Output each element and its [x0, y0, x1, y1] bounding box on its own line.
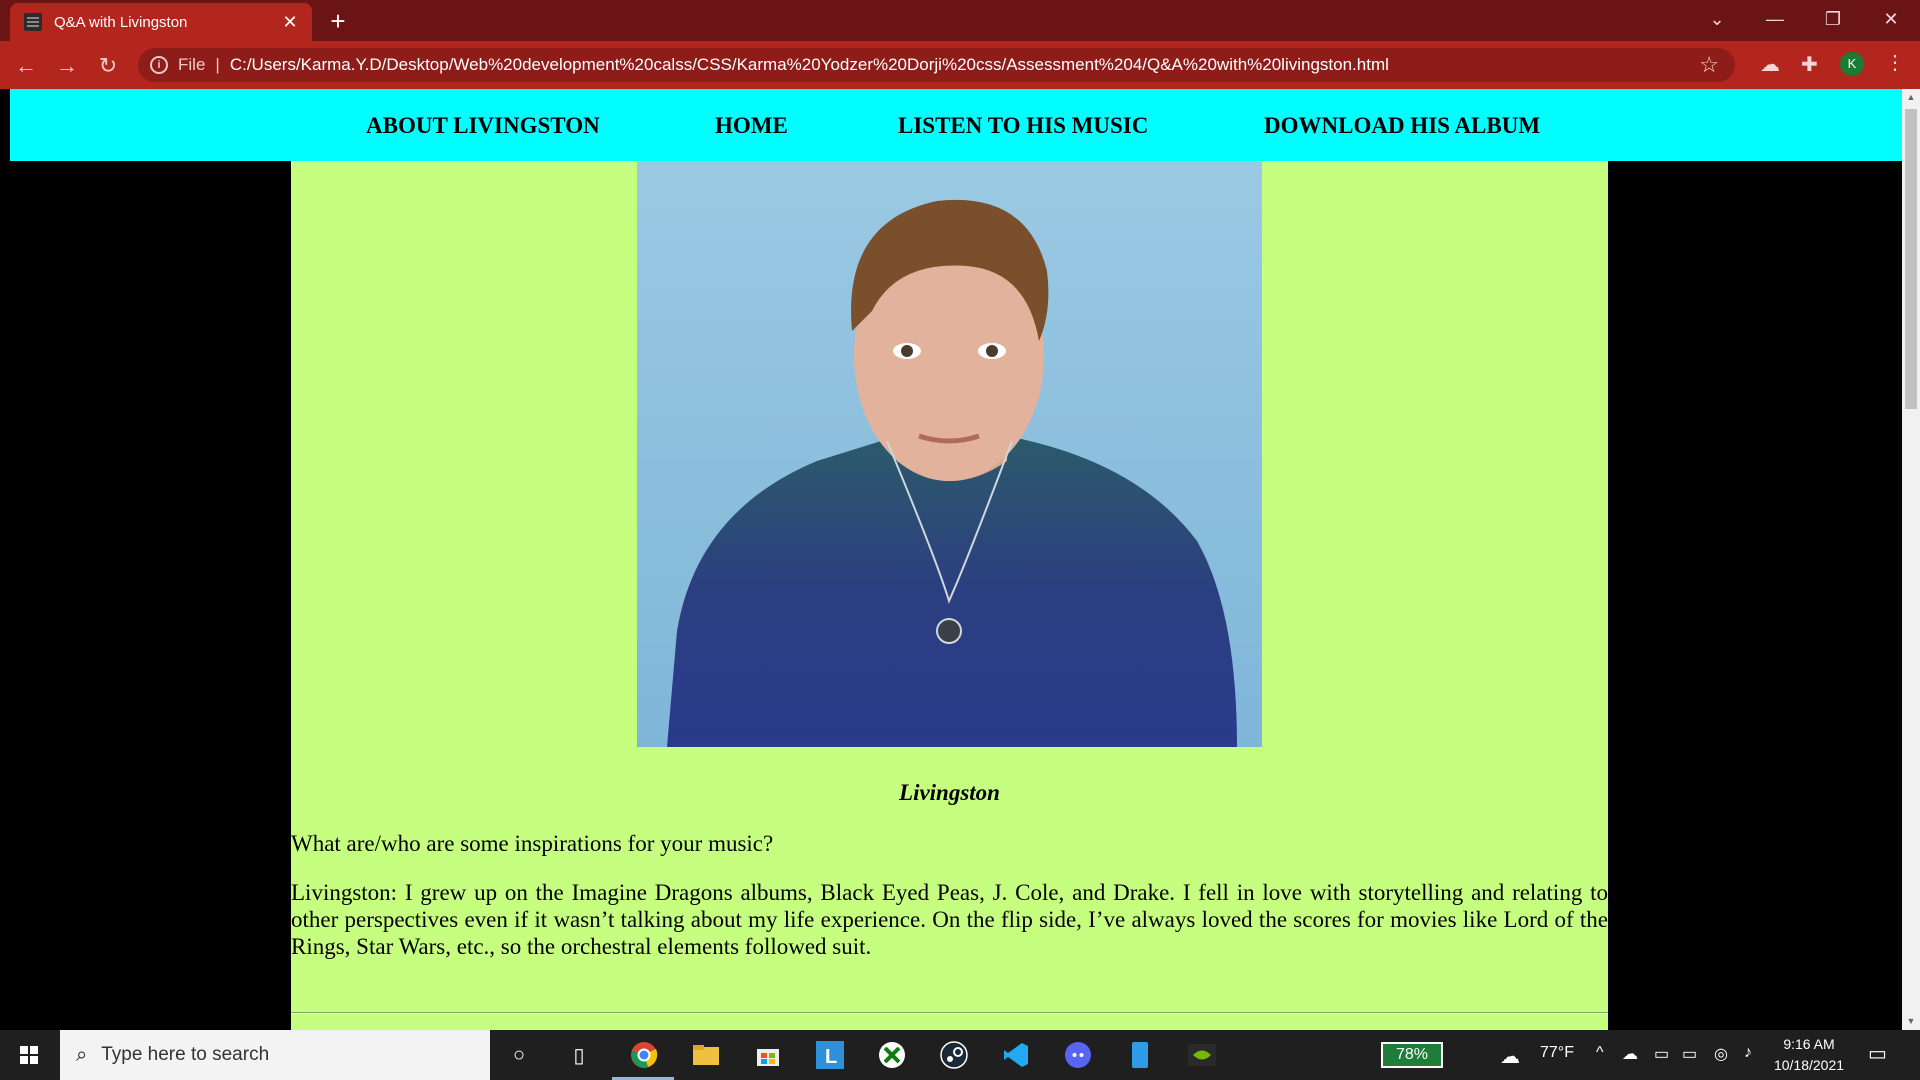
search-icon: ⌕ [76, 1043, 88, 1066]
page-scrollbar[interactable]: ▲ ▼ [1902, 89, 1920, 1030]
restore-button[interactable]: ❐ [1804, 0, 1862, 38]
chrome-icon[interactable] [628, 1040, 660, 1070]
search-placeholder: Type here to search [101, 1044, 270, 1065]
volume-icon[interactable]: ♪ [1744, 1044, 1752, 1062]
interview-answer: Livingston: I grew up on the Imagine Dra… [291, 880, 1608, 959]
bookmark-star-icon[interactable]: ☆ [1699, 52, 1719, 78]
main-content: Livingston What are/who are some inspira… [291, 161, 1608, 1030]
nav-about-livingston[interactable]: ABOUT LIVINGSTON [366, 113, 600, 139]
interview-question: What are/who are some inspirations for y… [291, 831, 774, 856]
site-navigation: ABOUT LIVINGSTON HOME LISTEN TO HIS MUSI… [10, 89, 1902, 161]
app-phone-icon[interactable] [1124, 1040, 1156, 1070]
discord-icon[interactable] [1062, 1040, 1094, 1070]
taskbar-search-box[interactable]: ⌕ Type here to search [60, 1030, 490, 1080]
minimize-button[interactable]: — [1746, 0, 1804, 38]
reload-button[interactable]: ↻ [92, 51, 124, 81]
tab-strip: Q&A with Livingston ✕ + ⌄ — ❐ ✕ [0, 0, 1920, 41]
file-explorer-icon[interactable] [690, 1040, 722, 1070]
xbox-icon[interactable] [876, 1040, 908, 1070]
cortana-icon[interactable]: ○ [503, 1040, 535, 1070]
favicon-icon [24, 13, 42, 31]
windows-taskbar: ⌕ Type here to search ○ ▯ L 78% ☁ 77°F ^… [0, 1030, 1920, 1080]
livingston-photo [637, 161, 1262, 747]
system-clock[interactable]: 9:16 AM 10/18/2021 [1768, 1034, 1850, 1076]
tab-title: Q&A with Livingston [54, 13, 188, 31]
show-hidden-icons-chevron-icon[interactable]: ^ [1596, 1044, 1604, 1062]
photo-caption: Livingston [899, 780, 1000, 805]
tab-search-icon[interactable]: ⌄ [1688, 0, 1746, 38]
horizontal-rule [291, 1012, 1608, 1014]
scrollbar-thumb[interactable] [1905, 109, 1917, 409]
clock-time: 9:16 AM [1783, 1036, 1835, 1052]
extension-cloud-icon[interactable]: ☁ [1760, 52, 1780, 77]
extensions-puzzle-icon[interactable]: ✚ [1801, 52, 1818, 77]
network-globe-icon[interactable]: ◎ [1714, 1044, 1728, 1064]
address-bar: ← → ↻ i File | C:/Users/Karma.Y.D/Deskto… [0, 41, 1920, 89]
clock-date: 10/18/2021 [1773, 1057, 1845, 1073]
url-text[interactable]: C:/Users/Karma.Y.D/Desktop/Web%20develop… [230, 55, 1389, 75]
scroll-up-arrow-icon[interactable]: ▲ [1902, 89, 1920, 106]
separator: | [215, 55, 220, 74]
omnibox[interactable]: i File | C:/Users/Karma.Y.D/Desktop/Web%… [138, 48, 1735, 82]
launcher-l-icon[interactable]: L [814, 1040, 846, 1070]
weather-cloud-icon[interactable]: ☁ [1500, 1044, 1520, 1069]
battery-tray-icon[interactable]: ▭ [1682, 1044, 1697, 1064]
task-view-icon[interactable]: ▯ [563, 1040, 595, 1070]
notifications-icon[interactable]: ▭ [1868, 1041, 1887, 1066]
profile-avatar[interactable]: K [1840, 52, 1864, 76]
scroll-down-arrow-icon[interactable]: ▼ [1902, 1013, 1920, 1030]
nav-listen-to-his-music[interactable]: LISTEN TO HIS MUSIC [898, 113, 1148, 139]
close-window-button[interactable]: ✕ [1862, 0, 1920, 38]
windows-logo-icon [20, 1046, 38, 1064]
back-button[interactable]: ← [10, 51, 42, 81]
browser-tab[interactable]: Q&A with Livingston ✕ [10, 3, 312, 41]
window-controls: ⌄ — ❐ ✕ [1688, 0, 1920, 38]
nav-download-his-album[interactable]: DOWNLOAD HIS ALBUM [1264, 113, 1540, 139]
vscode-icon[interactable] [1000, 1040, 1032, 1070]
new-tab-button[interactable]: + [323, 6, 353, 37]
close-tab-icon[interactable]: ✕ [280, 12, 300, 33]
portrait-illustration [637, 161, 1262, 747]
svg-text:L: L [825, 1046, 837, 1068]
file-label: File [178, 55, 206, 74]
microsoft-store-icon[interactable] [752, 1040, 784, 1070]
nvidia-icon[interactable] [1186, 1040, 1218, 1070]
info-icon[interactable]: i [150, 56, 168, 74]
page-viewport: ABOUT LIVINGSTON HOME LISTEN TO HIS MUSI… [0, 89, 1902, 1030]
onedrive-icon[interactable]: ☁ [1622, 1044, 1638, 1064]
steam-icon[interactable] [938, 1040, 970, 1070]
meet-now-icon[interactable]: ▭ [1654, 1044, 1669, 1064]
forward-button[interactable]: → [51, 51, 83, 81]
menu-dots-icon[interactable]: ⋮ [1885, 50, 1905, 75]
weather-temperature[interactable]: 77°F [1540, 1044, 1574, 1062]
nav-home[interactable]: HOME [715, 113, 788, 139]
start-button[interactable] [0, 1030, 58, 1080]
battery-indicator[interactable]: 78% [1381, 1042, 1443, 1068]
